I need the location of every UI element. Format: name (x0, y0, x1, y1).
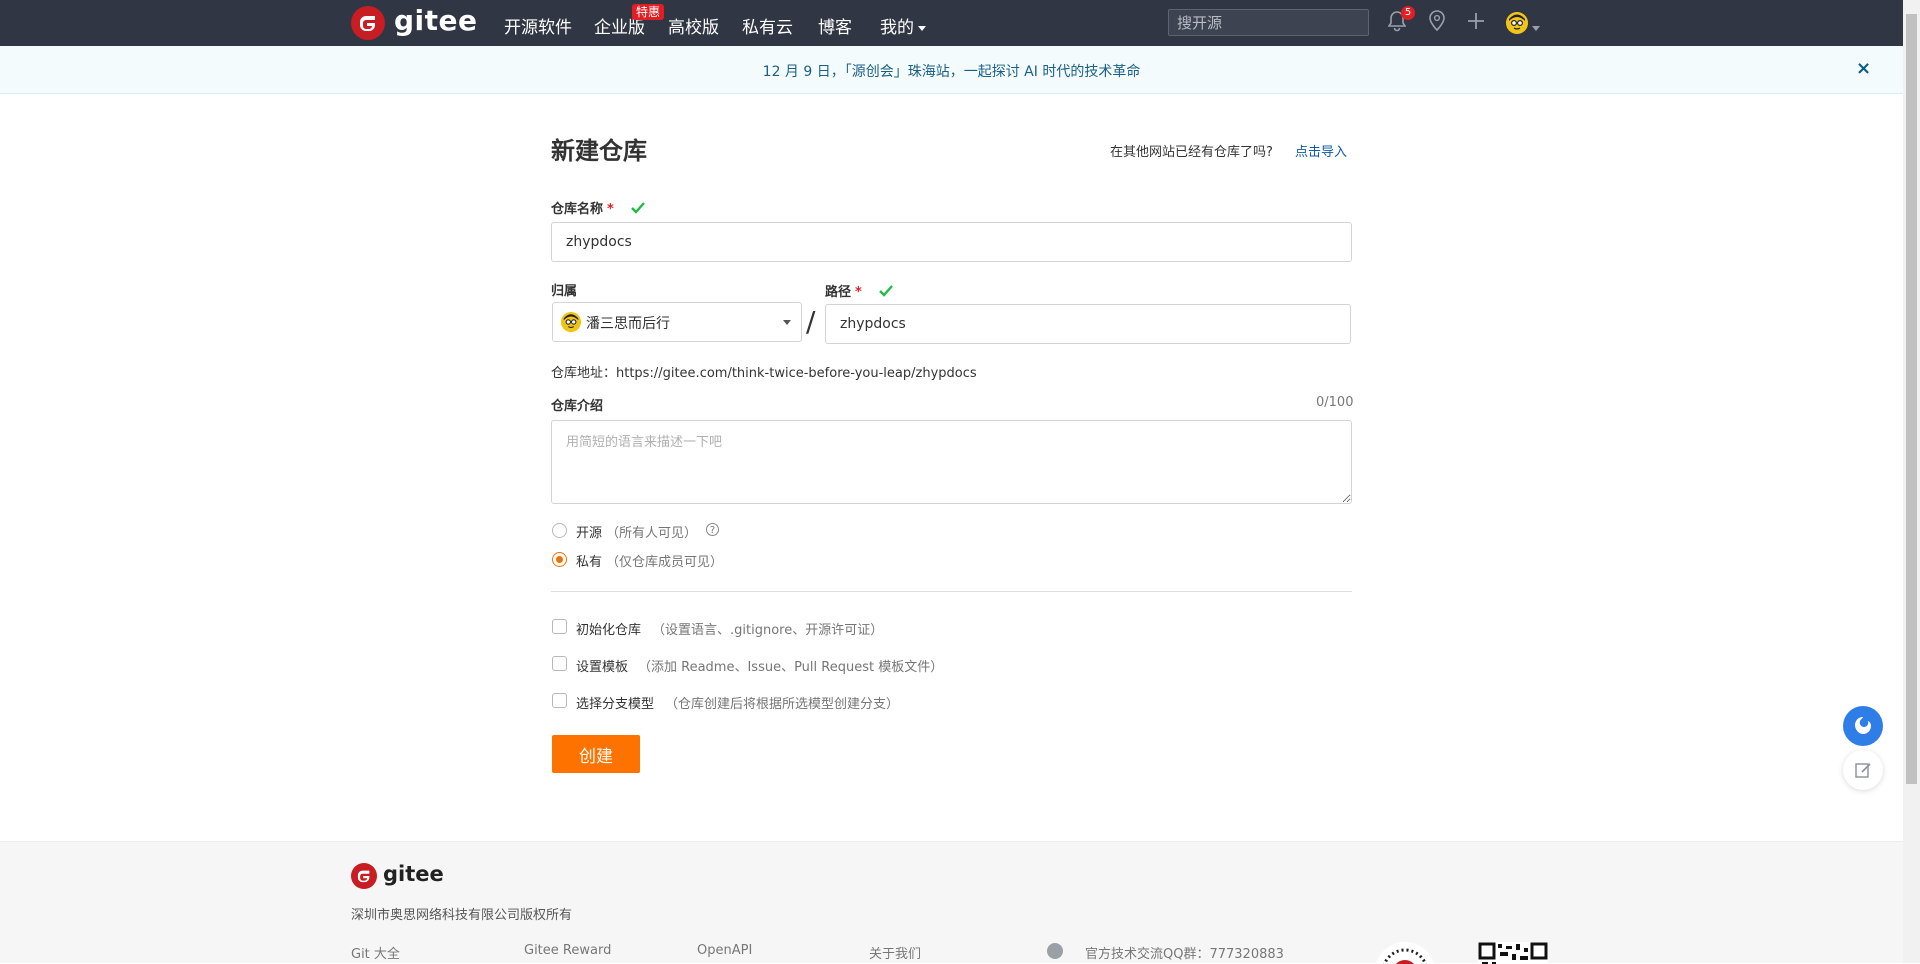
intro-textarea[interactable] (551, 420, 1352, 504)
nav-link-blog[interactable]: 博客 (818, 13, 852, 38)
visibility-private-label[interactable]: 私有 (576, 551, 602, 570)
enterprise-promo-badge: 特惠 (632, 4, 665, 20)
qq-icon (1047, 943, 1063, 959)
footer-logo-text: gitee (383, 862, 444, 886)
create-button[interactable]: 创建 (552, 735, 640, 773)
nav-link-private-cloud[interactable]: 私有云 (742, 13, 793, 38)
footer-copyright: 深圳市奥思网络科技有限公司版权所有 (351, 908, 573, 923)
nav-link-mine[interactable]: 我的 (880, 13, 926, 38)
announcement-banner: 12 月 9 日，「源创会」珠海站，一起探讨 AI 时代的技术革命 × (0, 46, 1903, 94)
path-separator: / (806, 305, 816, 338)
required-mark: * (607, 202, 614, 217)
visibility-private-radio[interactable] (552, 552, 567, 567)
template-hint: （添加 Readme、Issue、Pull Request 模板文件） (638, 660, 944, 675)
footer-link-gitee-reward[interactable]: Gitee Reward (524, 943, 611, 958)
repo-address: 仓库地址：https://gitee.com/think-twice-befor… (551, 366, 977, 381)
footer-link-about[interactable]: 关于我们 (869, 943, 921, 962)
search-input[interactable] (1168, 9, 1369, 36)
init-repo-hint: （设置语言、.gitignore、开源许可证） (652, 623, 884, 638)
path-label: 路径 * (825, 281, 862, 300)
user-avatar[interactable] (1506, 12, 1528, 34)
visibility-public-hint: （所有人可见） (606, 526, 698, 541)
scrollbar-thumb[interactable] (1906, 14, 1917, 784)
import-link[interactable]: 点击导入 (1295, 141, 1347, 160)
owner-select[interactable]: 潘三思而后行 (552, 302, 802, 342)
nav-link-open-source[interactable]: 开源软件 (504, 13, 572, 38)
init-repo-checkbox[interactable] (552, 619, 567, 634)
page-title: 新建仓库 (551, 137, 647, 165)
close-icon[interactable]: × (1856, 58, 1871, 79)
import-prompt: 在其他网站已经有仓库了吗? (1110, 145, 1273, 160)
template-label[interactable]: 设置模板 (576, 656, 628, 675)
footer-link-openapi[interactable]: OpenAPI (697, 943, 752, 958)
notification-count-badge: 5 (1401, 6, 1415, 20)
footer: gitee 深圳市奥思网络科技有限公司版权所有 Git 大全 Gitee Rew… (0, 841, 1903, 964)
plus-icon[interactable] (1467, 12, 1485, 35)
branch-model-hint: （仓库创建后将根据所选模型创建分支） (665, 697, 900, 712)
branch-model-label[interactable]: 选择分支模型 (576, 693, 654, 712)
visibility-private-hint: （仅仓库成员可见） (606, 555, 724, 570)
gitee-logo-icon[interactable] (351, 6, 385, 40)
footer-qq-group: 官方技术交流QQ群：777320883 (1085, 947, 1284, 962)
owner-avatar (561, 312, 581, 332)
wechat-miniprogram-qr-icon (1366, 942, 1444, 964)
intro-char-counter: 0/100 (1316, 395, 1354, 410)
nav-link-mine-label: 我的 (880, 18, 914, 38)
repo-name-label-text: 仓库名称 (551, 202, 604, 217)
owner-select-value: 潘三思而后行 (586, 316, 670, 332)
repo-name-label: 仓库名称 * (551, 198, 614, 217)
branch-model-checkbox[interactable] (552, 693, 567, 708)
check-icon (631, 199, 645, 218)
required-mark: * (855, 285, 862, 300)
footer-link-git-guide[interactable]: Git 大全 (351, 943, 400, 962)
section-divider (551, 591, 1352, 592)
feedback-edit-icon[interactable] (1843, 750, 1883, 790)
visibility-public-label[interactable]: 开源 (576, 522, 602, 541)
chat-assistant-icon[interactable] (1843, 706, 1883, 746)
avatar-menu-caret-icon[interactable] (1532, 20, 1540, 38)
repo-name-input[interactable] (551, 222, 1352, 262)
chevron-down-icon (783, 320, 791, 325)
nav-link-education[interactable]: 高校版 (668, 13, 719, 38)
gitee-logo-icon[interactable] (351, 863, 377, 889)
visibility-public-radio[interactable] (552, 523, 567, 538)
top-navbar: gitee 开源软件 企业版 特惠 高校版 私有云 博客 我的 5 (0, 0, 1903, 46)
repo-path-input[interactable] (825, 304, 1351, 344)
init-repo-label[interactable]: 初始化仓库 (576, 619, 641, 638)
check-icon (879, 282, 893, 301)
intro-label: 仓库介绍 (551, 399, 604, 414)
owner-label: 归属 (551, 284, 578, 299)
chevron-down-icon (918, 25, 926, 31)
announcement-link[interactable]: 12 月 9 日，「源创会」珠海站，一起探讨 AI 时代的技术革命 (0, 61, 1903, 81)
qr-code-icon (1478, 942, 1548, 964)
gitee-logo-text[interactable]: gitee (394, 4, 478, 37)
help-icon[interactable]: ? (706, 523, 719, 536)
chevron-down-icon (1532, 26, 1540, 32)
location-pin-icon[interactable] (1428, 10, 1446, 37)
template-checkbox[interactable] (552, 656, 567, 671)
path-label-text: 路径 (825, 285, 852, 300)
